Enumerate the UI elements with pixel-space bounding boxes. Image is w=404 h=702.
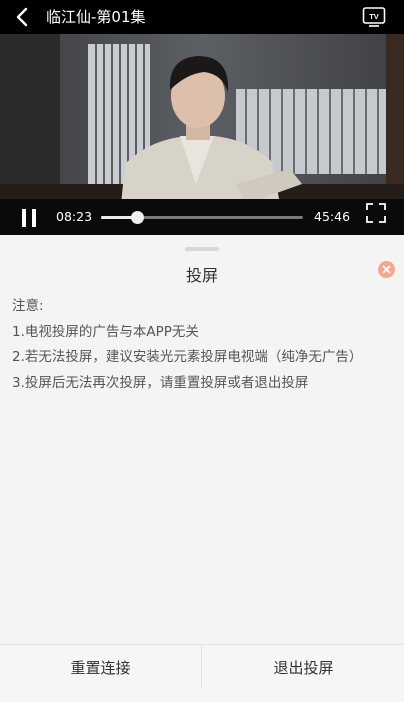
sheet-title: 投屏 xyxy=(185,266,218,285)
progress-bar[interactable] xyxy=(101,211,303,224)
video-title: 临江仙-第01集 xyxy=(46,8,146,26)
progress-thumb[interactable] xyxy=(131,211,145,224)
tv-icon[interactable]: TV xyxy=(362,5,386,29)
svg-text:TV: TV xyxy=(369,12,379,21)
top-bar: 临江仙-第01集 TV xyxy=(0,0,404,34)
close-icon[interactable] xyxy=(378,261,395,278)
divider xyxy=(201,645,202,689)
reset-connection-button[interactable]: 重置连接 xyxy=(0,645,201,702)
note-item: 1.电视投屏的广告与本APP无关 xyxy=(12,323,199,340)
notes-heading: 注意: xyxy=(12,298,44,314)
exit-cast-button[interactable]: 退出投屏 xyxy=(203,645,404,702)
pause-icon[interactable] xyxy=(21,209,37,227)
sheet-footer: 重置连接 退出投屏 xyxy=(0,644,404,702)
cast-sheet: 投屏 注意: 1.电视投屏的广告与本APP无关 2.若无法投屏，建议安装光元素投… xyxy=(0,235,404,701)
cast-notes: 注意: 1.电视投屏的广告与本APP无关 2.若无法投屏，建议安装光元素投屏电视… xyxy=(12,294,362,396)
current-time: 08:23 xyxy=(56,209,93,224)
drag-handle[interactable] xyxy=(185,247,219,251)
fullscreen-icon[interactable] xyxy=(366,203,386,223)
note-item: 3.投屏后无法再次投屏，请重置投屏或者退出投屏 xyxy=(12,374,309,391)
player-controls: 08:23 45:46 xyxy=(0,199,404,235)
chevron-left-icon[interactable] xyxy=(12,6,32,28)
total-time: 45:46 xyxy=(314,209,351,224)
note-item: 2.若无法投屏，建议安装光元素投屏电视端（纯净无广告） xyxy=(12,349,363,365)
